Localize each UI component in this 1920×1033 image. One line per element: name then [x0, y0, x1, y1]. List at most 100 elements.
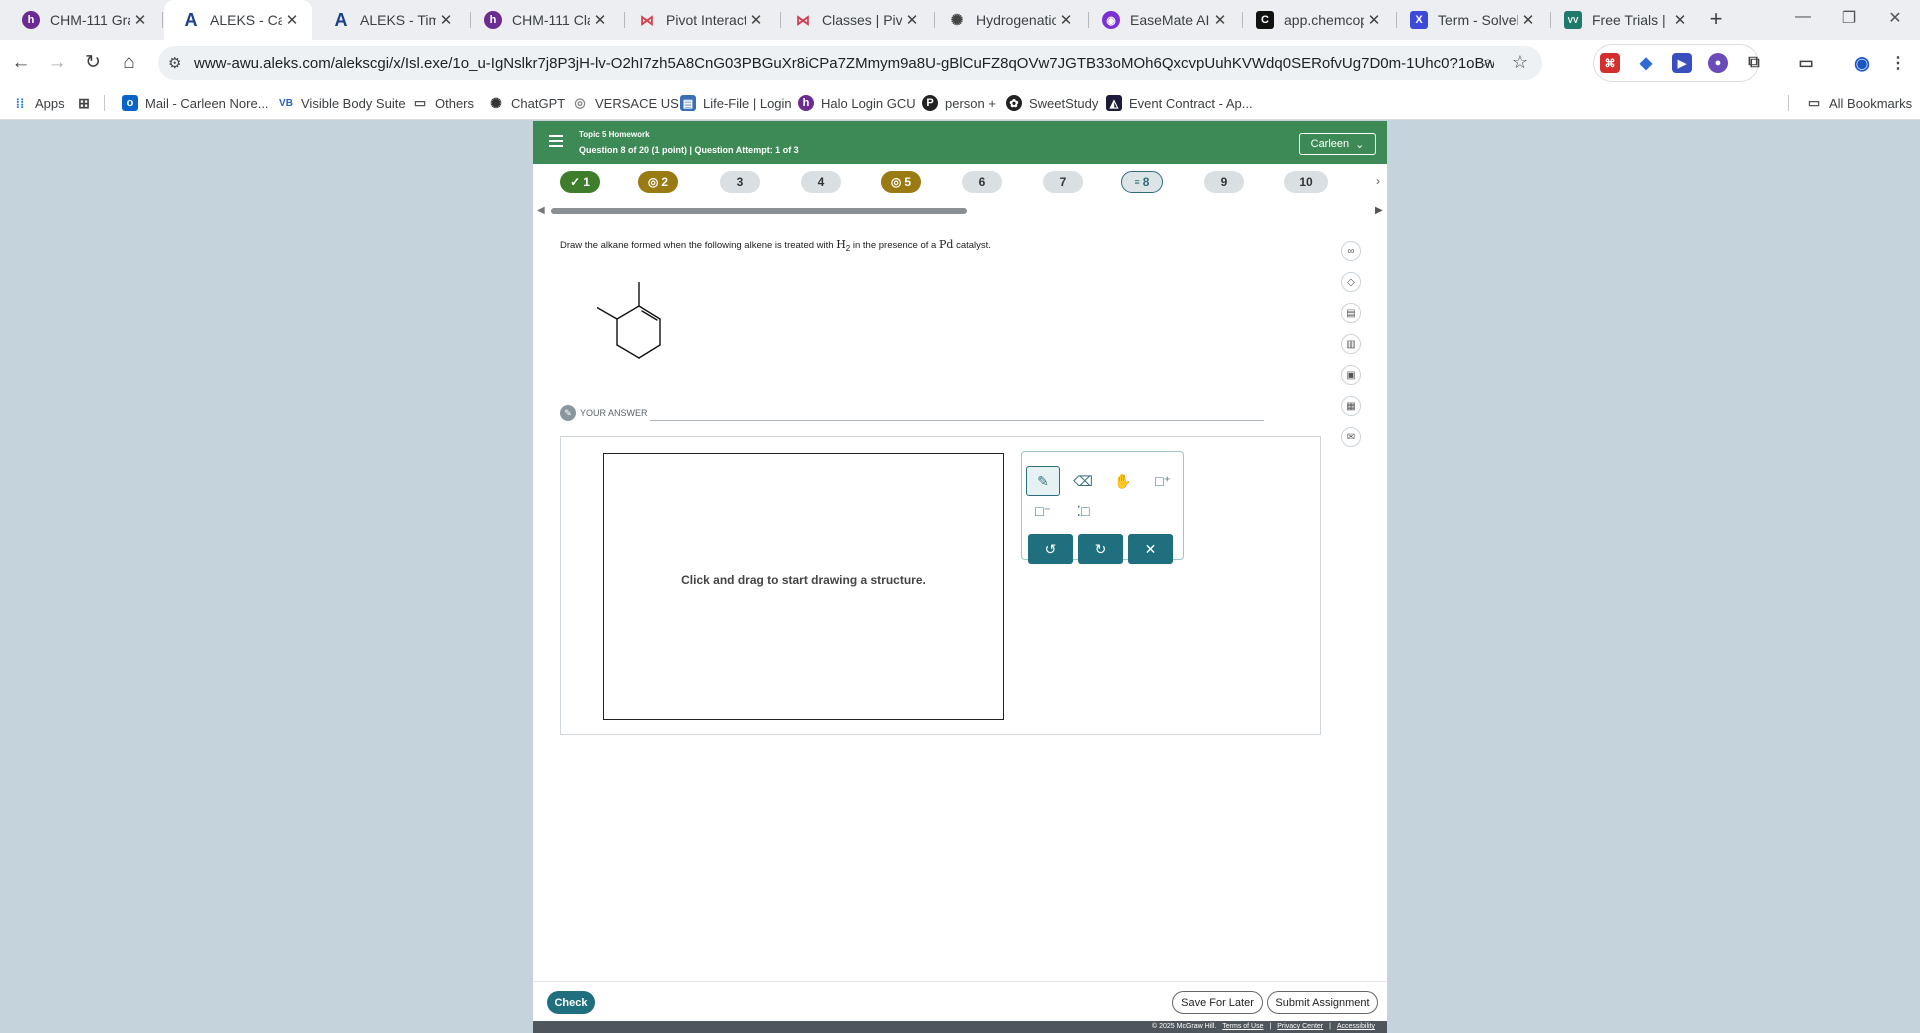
tag-icon[interactable]: ◇	[1341, 272, 1361, 292]
check-button[interactable]: Check	[547, 991, 595, 1014]
back-arrow-icon[interactable]: ←	[8, 50, 34, 76]
close-icon[interactable]: ✕	[282, 11, 302, 29]
bookmark-visible-body[interactable]: VB Visible Body Suite	[278, 93, 406, 113]
question-nav-scrollbar[interactable]: ◀ ▶	[533, 205, 1387, 217]
new-tab-plus-icon[interactable]: +	[1704, 8, 1728, 32]
browser-tab[interactable]: VV Free Trials | Rev ✕	[1546, 0, 1700, 40]
user-menu-button[interactable]: Carleen ⌄	[1299, 133, 1376, 155]
mail-icon[interactable]: ✉	[1341, 427, 1361, 447]
close-window-icon[interactable]: ✕	[1872, 8, 1918, 28]
bookmark-others[interactable]: ▭ Others	[412, 93, 474, 113]
undo-button[interactable]: ↺	[1028, 534, 1073, 564]
menu-kebab-icon[interactable]: ⋮	[1888, 53, 1908, 73]
submit-assignment-button[interactable]: Submit Assignment	[1267, 991, 1378, 1014]
browser-tab[interactable]: ✺ Hydrogenation ✕	[930, 0, 1086, 40]
close-icon[interactable]: ✕	[746, 11, 766, 29]
chevron-right-icon[interactable]: ›	[1376, 174, 1380, 188]
accessibility-link[interactable]: Accessibility	[1337, 1023, 1375, 1030]
close-icon[interactable]: ✕	[1518, 11, 1538, 29]
bookmark-halo[interactable]: h Halo Login GCU	[798, 93, 916, 113]
bookmark-label: Mail - Carleen Nore...	[145, 95, 269, 111]
address-bar[interactable]: ⚙ www-awu.aleks.com/alekscgi/x/Isl.exe/1…	[158, 46, 1542, 80]
hand-pan-icon[interactable]: ✋	[1106, 466, 1140, 496]
infinity-icon[interactable]: ∞	[1341, 241, 1361, 261]
bookmark-apps[interactable]: ⁞⁞ Apps	[12, 93, 65, 113]
close-icon[interactable]: ✕	[130, 11, 150, 29]
url-text[interactable]: www-awu.aleks.com/alekscgi/x/Isl.exe/1o_…	[194, 55, 1494, 72]
negative-charge-icon[interactable]: □⁻	[1026, 496, 1060, 526]
bookmark-sweetstudy[interactable]: ✿ SweetStudy	[1006, 93, 1098, 113]
close-icon[interactable]: ✕	[1056, 11, 1076, 29]
image-icon[interactable]: ▣	[1341, 365, 1361, 385]
scroll-right-arrow-icon[interactable]: ▶	[1375, 205, 1383, 216]
bookmark-person[interactable]: P person +	[922, 93, 996, 113]
restore-icon[interactable]: ❐	[1826, 8, 1872, 28]
question-pill-1[interactable]: ✓ 1	[560, 171, 600, 193]
question-pill-5[interactable]: ◎ 5	[881, 171, 921, 193]
browser-tab[interactable]: ⋈ Classes | Pivot I ✕	[776, 0, 932, 40]
close-icon[interactable]: ✕	[902, 11, 922, 29]
circle-extension-icon[interactable]: ●	[1708, 53, 1728, 73]
hydrogen-formula: H	[836, 238, 846, 251]
clear-button[interactable]: ✕	[1128, 534, 1173, 564]
scroll-left-arrow-icon[interactable]: ◀	[537, 205, 545, 216]
question-pill-3[interactable]: 3	[720, 171, 760, 193]
structure-drawing-canvas[interactable]: Click and drag to start drawing a struct…	[603, 453, 1004, 720]
bookmark-star-icon[interactable]: ☆	[1512, 52, 1528, 73]
site-settings-icon[interactable]: ⚙	[168, 54, 181, 72]
pencil-icon[interactable]: ✎	[1026, 466, 1060, 496]
minimize-icon[interactable]: —	[1780, 8, 1826, 26]
redo-button[interactable]: ↻	[1078, 534, 1123, 564]
lone-pair-icon[interactable]: ⁚□	[1066, 496, 1100, 526]
terms-link[interactable]: Terms of Use	[1222, 1023, 1263, 1030]
your-answer-heading: ✎ YOUR ANSWER	[560, 405, 1264, 421]
bookmark-versace[interactable]: ◎ VERSACE US	[572, 93, 678, 113]
home-icon[interactable]: ⌂	[116, 50, 142, 76]
question-pill-6[interactable]: 6	[962, 171, 1002, 193]
bookmark-chatgpt[interactable]: ✺ ChatGPT	[488, 93, 565, 113]
close-icon[interactable]: ✕	[1210, 11, 1230, 29]
save-for-later-button[interactable]: Save For Later	[1172, 991, 1263, 1014]
close-icon[interactable]: ✕	[1364, 11, 1384, 29]
graduation-extension-icon[interactable]: ◆	[1636, 53, 1656, 73]
acrobat-extension-icon[interactable]: ⌘	[1600, 53, 1620, 73]
question-pill-2[interactable]: ◎ 2	[638, 171, 678, 193]
profile-avatar-icon[interactable]: ◉	[1852, 53, 1872, 73]
hamburger-menu-icon[interactable]	[549, 135, 563, 150]
close-icon[interactable]: ✕	[590, 11, 610, 29]
bookmark-mail[interactable]: o Mail - Carleen Nore...	[122, 93, 269, 113]
calculator-icon[interactable]: ▦	[1341, 396, 1361, 416]
easemate-icon: ◉	[1102, 11, 1120, 29]
bookmark-all-bookmarks[interactable]: ▭ All Bookmarks	[1806, 93, 1912, 113]
question-pill-4[interactable]: 4	[801, 171, 841, 193]
close-icon[interactable]: ✕	[436, 11, 456, 29]
browser-tab[interactable]: C app.chemcopilo ✕	[1238, 0, 1394, 40]
browser-tab[interactable]: h CHM-111 Grad ✕	[4, 0, 160, 40]
bookmark-lifefile[interactable]: ▤ Life-File | Login	[680, 93, 792, 113]
browser-tab-active[interactable]: A ALEKS - Carleen ✕	[164, 0, 312, 40]
reload-icon[interactable]: ↻	[80, 50, 106, 76]
close-icon[interactable]: ✕	[1670, 11, 1690, 29]
browser-tab[interactable]: X Term - Solvely ✕	[1392, 0, 1548, 40]
bookmark-event-contract[interactable]: ◭ Event Contract - Ap...	[1106, 93, 1253, 113]
question-pill-9[interactable]: 9	[1204, 171, 1244, 193]
question-pill-8-current[interactable]: ≡ 8	[1121, 171, 1163, 193]
side-panel-icon[interactable]: ▭	[1796, 53, 1816, 73]
forward-arrow-icon[interactable]: →	[44, 50, 70, 76]
question-pill-10[interactable]: 10	[1284, 171, 1328, 193]
privacy-link[interactable]: Privacy Center	[1277, 1023, 1323, 1030]
eraser-icon[interactable]: ⌫	[1066, 466, 1100, 496]
browser-tab[interactable]: A ALEKS - Timed ✕	[314, 0, 466, 40]
browser-tab[interactable]: h CHM-111 Class ✕	[466, 0, 620, 40]
scrollbar-thumb[interactable]	[551, 208, 967, 214]
bookmark-tab-groups[interactable]: ⊞	[76, 93, 99, 113]
question-pill-7[interactable]: 7	[1043, 171, 1083, 193]
browser-tab[interactable]: ◉ EaseMate AI Ch ✕	[1084, 0, 1240, 40]
browser-tab[interactable]: ⋈ Pivot Interactive ✕	[620, 0, 776, 40]
zoom-icon[interactable]: ⌕	[1484, 53, 1492, 70]
positive-charge-icon[interactable]: □⁺	[1146, 466, 1180, 496]
notes-icon[interactable]: ▤	[1341, 303, 1361, 323]
chart-icon[interactable]: ▥	[1341, 334, 1361, 354]
flag-extension-icon[interactable]: ▶	[1672, 53, 1692, 73]
puzzle-extensions-icon[interactable]: ⧉	[1744, 53, 1764, 73]
